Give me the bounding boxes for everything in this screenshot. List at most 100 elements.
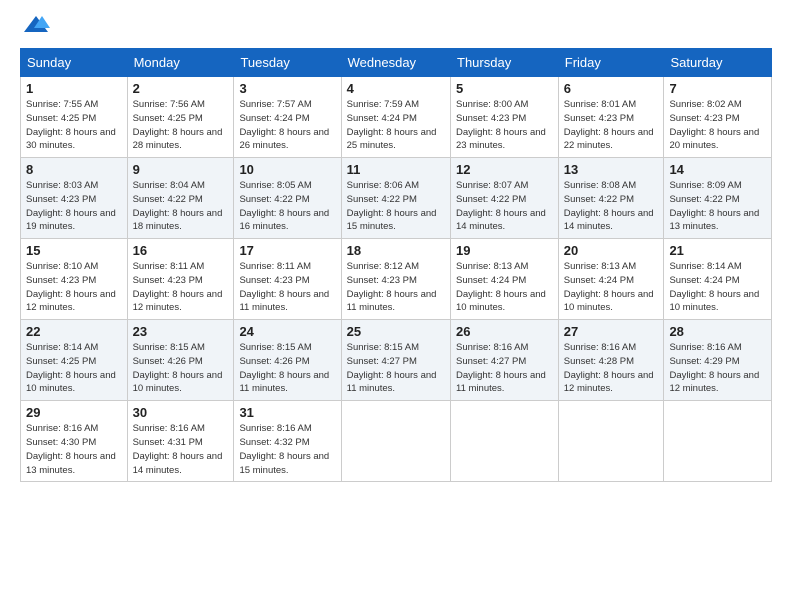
day-number: 13 (564, 162, 659, 177)
day-number: 23 (133, 324, 229, 339)
calendar-cell: 20 Sunrise: 8:13 AMSunset: 4:24 PMDaylig… (558, 239, 664, 320)
day-number: 6 (564, 81, 659, 96)
day-number: 5 (456, 81, 553, 96)
weekday-header-sunday: Sunday (21, 49, 128, 77)
day-info: Sunrise: 7:56 AMSunset: 4:25 PMDaylight:… (133, 98, 229, 153)
calendar-cell: 3 Sunrise: 7:57 AMSunset: 4:24 PMDayligh… (234, 77, 341, 158)
day-info: Sunrise: 8:03 AMSunset: 4:23 PMDaylight:… (26, 179, 122, 234)
calendar-cell: 30 Sunrise: 8:16 AMSunset: 4:31 PMDaylig… (127, 401, 234, 482)
day-number: 20 (564, 243, 659, 258)
calendar-cell: 8 Sunrise: 8:03 AMSunset: 4:23 PMDayligh… (21, 158, 128, 239)
day-info: Sunrise: 8:13 AMSunset: 4:24 PMDaylight:… (564, 260, 659, 315)
calendar-week-row: 1 Sunrise: 7:55 AMSunset: 4:25 PMDayligh… (21, 77, 772, 158)
calendar-cell: 18 Sunrise: 8:12 AMSunset: 4:23 PMDaylig… (341, 239, 450, 320)
day-info: Sunrise: 8:10 AMSunset: 4:23 PMDaylight:… (26, 260, 122, 315)
day-number: 17 (239, 243, 335, 258)
calendar-cell: 6 Sunrise: 8:01 AMSunset: 4:23 PMDayligh… (558, 77, 664, 158)
day-info: Sunrise: 8:16 AMSunset: 4:30 PMDaylight:… (26, 422, 122, 477)
calendar-cell: 9 Sunrise: 8:04 AMSunset: 4:22 PMDayligh… (127, 158, 234, 239)
day-number: 22 (26, 324, 122, 339)
calendar-cell: 19 Sunrise: 8:13 AMSunset: 4:24 PMDaylig… (451, 239, 559, 320)
day-info: Sunrise: 8:16 AMSunset: 4:32 PMDaylight:… (239, 422, 335, 477)
header (20, 16, 772, 38)
day-info: Sunrise: 8:02 AMSunset: 4:23 PMDaylight:… (669, 98, 766, 153)
calendar-cell: 28 Sunrise: 8:16 AMSunset: 4:29 PMDaylig… (664, 320, 772, 401)
day-info: Sunrise: 8:00 AMSunset: 4:23 PMDaylight:… (456, 98, 553, 153)
calendar-cell (664, 401, 772, 482)
calendar-week-row: 29 Sunrise: 8:16 AMSunset: 4:30 PMDaylig… (21, 401, 772, 482)
day-info: Sunrise: 8:16 AMSunset: 4:31 PMDaylight:… (133, 422, 229, 477)
day-info: Sunrise: 7:57 AMSunset: 4:24 PMDaylight:… (239, 98, 335, 153)
day-number: 16 (133, 243, 229, 258)
day-info: Sunrise: 8:12 AMSunset: 4:23 PMDaylight:… (347, 260, 445, 315)
day-info: Sunrise: 8:13 AMSunset: 4:24 PMDaylight:… (456, 260, 553, 315)
day-info: Sunrise: 8:16 AMSunset: 4:28 PMDaylight:… (564, 341, 659, 396)
day-number: 25 (347, 324, 445, 339)
day-info: Sunrise: 8:15 AMSunset: 4:27 PMDaylight:… (347, 341, 445, 396)
calendar-cell: 11 Sunrise: 8:06 AMSunset: 4:22 PMDaylig… (341, 158, 450, 239)
day-number: 26 (456, 324, 553, 339)
day-number: 27 (564, 324, 659, 339)
calendar-cell: 26 Sunrise: 8:16 AMSunset: 4:27 PMDaylig… (451, 320, 559, 401)
day-info: Sunrise: 8:11 AMSunset: 4:23 PMDaylight:… (239, 260, 335, 315)
logo-icon (22, 14, 50, 36)
calendar-cell: 7 Sunrise: 8:02 AMSunset: 4:23 PMDayligh… (664, 77, 772, 158)
day-number: 21 (669, 243, 766, 258)
calendar-week-row: 22 Sunrise: 8:14 AMSunset: 4:25 PMDaylig… (21, 320, 772, 401)
day-info: Sunrise: 8:04 AMSunset: 4:22 PMDaylight:… (133, 179, 229, 234)
weekday-header-saturday: Saturday (664, 49, 772, 77)
day-info: Sunrise: 7:59 AMSunset: 4:24 PMDaylight:… (347, 98, 445, 153)
day-number: 24 (239, 324, 335, 339)
calendar-cell: 14 Sunrise: 8:09 AMSunset: 4:22 PMDaylig… (664, 158, 772, 239)
weekday-header-tuesday: Tuesday (234, 49, 341, 77)
page: SundayMondayTuesdayWednesdayThursdayFrid… (0, 0, 792, 492)
day-info: Sunrise: 8:09 AMSunset: 4:22 PMDaylight:… (669, 179, 766, 234)
day-number: 14 (669, 162, 766, 177)
calendar-cell: 13 Sunrise: 8:08 AMSunset: 4:22 PMDaylig… (558, 158, 664, 239)
calendar-cell: 29 Sunrise: 8:16 AMSunset: 4:30 PMDaylig… (21, 401, 128, 482)
day-number: 30 (133, 405, 229, 420)
day-info: Sunrise: 8:14 AMSunset: 4:24 PMDaylight:… (669, 260, 766, 315)
day-number: 3 (239, 81, 335, 96)
calendar-cell: 31 Sunrise: 8:16 AMSunset: 4:32 PMDaylig… (234, 401, 341, 482)
day-number: 28 (669, 324, 766, 339)
day-info: Sunrise: 8:07 AMSunset: 4:22 PMDaylight:… (456, 179, 553, 234)
calendar-week-row: 15 Sunrise: 8:10 AMSunset: 4:23 PMDaylig… (21, 239, 772, 320)
calendar-table: SundayMondayTuesdayWednesdayThursdayFrid… (20, 48, 772, 482)
day-info: Sunrise: 8:08 AMSunset: 4:22 PMDaylight:… (564, 179, 659, 234)
calendar-cell: 27 Sunrise: 8:16 AMSunset: 4:28 PMDaylig… (558, 320, 664, 401)
day-number: 2 (133, 81, 229, 96)
calendar-cell: 12 Sunrise: 8:07 AMSunset: 4:22 PMDaylig… (451, 158, 559, 239)
day-number: 31 (239, 405, 335, 420)
day-info: Sunrise: 8:16 AMSunset: 4:29 PMDaylight:… (669, 341, 766, 396)
weekday-header-monday: Monday (127, 49, 234, 77)
day-info: Sunrise: 8:11 AMSunset: 4:23 PMDaylight:… (133, 260, 229, 315)
day-number: 4 (347, 81, 445, 96)
day-info: Sunrise: 8:15 AMSunset: 4:26 PMDaylight:… (239, 341, 335, 396)
day-info: Sunrise: 8:15 AMSunset: 4:26 PMDaylight:… (133, 341, 229, 396)
day-number: 10 (239, 162, 335, 177)
calendar-cell: 15 Sunrise: 8:10 AMSunset: 4:23 PMDaylig… (21, 239, 128, 320)
day-number: 19 (456, 243, 553, 258)
weekday-header-friday: Friday (558, 49, 664, 77)
day-number: 18 (347, 243, 445, 258)
calendar-cell: 5 Sunrise: 8:00 AMSunset: 4:23 PMDayligh… (451, 77, 559, 158)
calendar-cell (558, 401, 664, 482)
weekday-header-row: SundayMondayTuesdayWednesdayThursdayFrid… (21, 49, 772, 77)
calendar-cell: 16 Sunrise: 8:11 AMSunset: 4:23 PMDaylig… (127, 239, 234, 320)
weekday-header-wednesday: Wednesday (341, 49, 450, 77)
calendar-cell: 22 Sunrise: 8:14 AMSunset: 4:25 PMDaylig… (21, 320, 128, 401)
calendar-cell: 24 Sunrise: 8:15 AMSunset: 4:26 PMDaylig… (234, 320, 341, 401)
calendar-cell (341, 401, 450, 482)
day-number: 12 (456, 162, 553, 177)
day-number: 8 (26, 162, 122, 177)
day-info: Sunrise: 8:16 AMSunset: 4:27 PMDaylight:… (456, 341, 553, 396)
day-info: Sunrise: 7:55 AMSunset: 4:25 PMDaylight:… (26, 98, 122, 153)
day-number: 29 (26, 405, 122, 420)
calendar-cell: 25 Sunrise: 8:15 AMSunset: 4:27 PMDaylig… (341, 320, 450, 401)
day-info: Sunrise: 8:14 AMSunset: 4:25 PMDaylight:… (26, 341, 122, 396)
day-number: 15 (26, 243, 122, 258)
day-number: 9 (133, 162, 229, 177)
calendar-cell: 2 Sunrise: 7:56 AMSunset: 4:25 PMDayligh… (127, 77, 234, 158)
calendar-cell (451, 401, 559, 482)
